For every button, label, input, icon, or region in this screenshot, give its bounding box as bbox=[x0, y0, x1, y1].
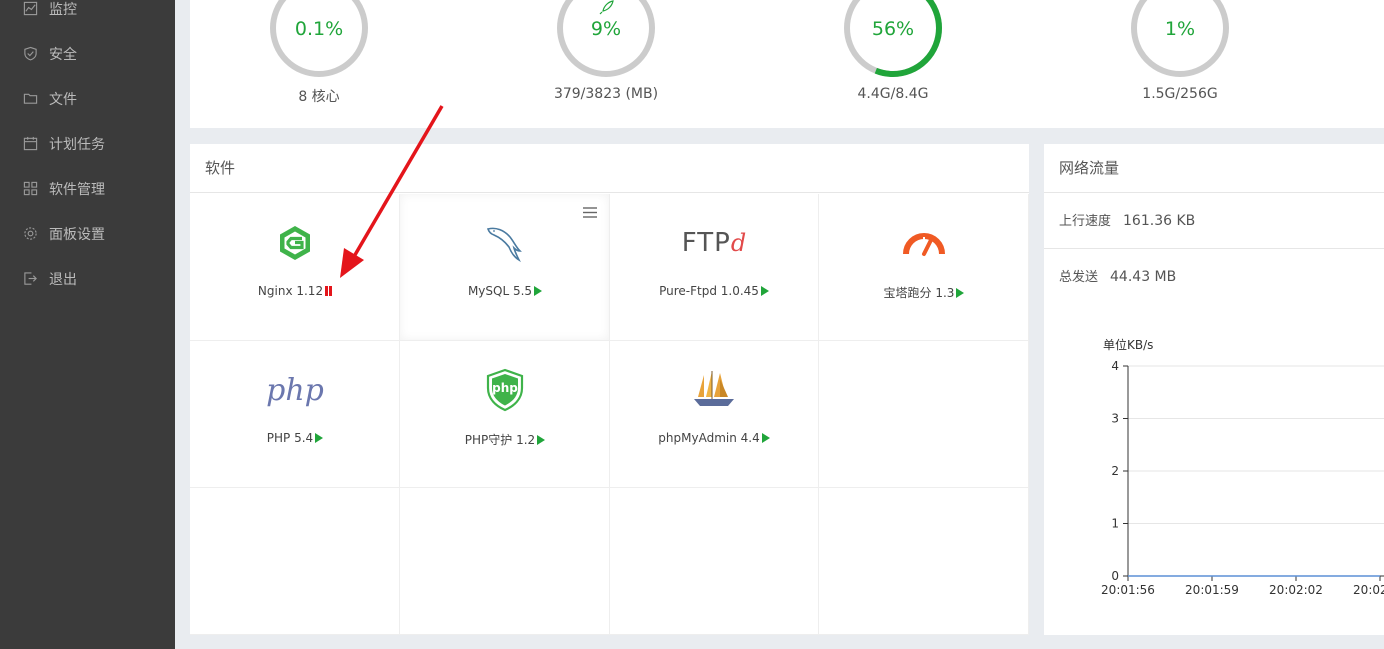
software-slot-empty bbox=[819, 341, 1029, 488]
php-logo-text: php bbox=[266, 372, 324, 408]
sidebar-item-label: 文件 bbox=[49, 91, 77, 108]
software-slot-empty bbox=[819, 488, 1029, 635]
y-tick-label: 2 bbox=[1111, 464, 1119, 478]
software-name: PHP守护 1.2 bbox=[464, 433, 536, 447]
software-grid: Nginx 1.12 MySQL 5.5 FTP d Pure-Ftpd 1.0.… bbox=[190, 194, 1029, 635]
total-sent-value: 44.43 MB bbox=[1110, 269, 1177, 285]
shield-icon bbox=[22, 46, 38, 62]
sidebar-item-files[interactable]: 文件 bbox=[0, 76, 175, 121]
cpu-percent: 9% bbox=[590, 18, 622, 40]
software-slot-empty bbox=[190, 488, 400, 635]
software-name: MySQL 5.5 bbox=[467, 284, 533, 298]
total-sent-row: 总发送 44.43 MB bbox=[1044, 249, 1384, 305]
software-name: Nginx 1.12 bbox=[257, 284, 324, 298]
monitor-icon bbox=[22, 1, 38, 17]
x-tick-label: 20:01:59 bbox=[1185, 583, 1239, 597]
software-item-phpmyadmin[interactable]: phpMyAdmin 4.4 bbox=[609, 341, 819, 488]
software-slot-empty bbox=[609, 488, 819, 635]
disk-stat[interactable]: 1% 1.5G/256G bbox=[1080, 0, 1280, 128]
play-icon[interactable] bbox=[537, 435, 546, 445]
y-axis-label: 单位KB/s bbox=[1103, 337, 1153, 352]
play-icon[interactable] bbox=[315, 433, 324, 443]
software-panel-title: 软件 bbox=[190, 144, 1029, 193]
sidebar-item-label: 面板设置 bbox=[49, 226, 105, 243]
ftp-logo-suffix: d bbox=[730, 229, 747, 257]
logout-icon bbox=[22, 271, 38, 287]
rocket-icon bbox=[599, 0, 614, 15]
ftp-icon: FTP d bbox=[674, 219, 754, 267]
sidebar-item-label: 计划任务 bbox=[49, 136, 105, 153]
y-tick-label: 4 bbox=[1111, 359, 1119, 373]
php-icon: php bbox=[255, 366, 335, 414]
software-name: Pure-Ftpd 1.0.45 bbox=[659, 284, 759, 298]
software-item-benchmark[interactable]: 宝塔跑分 1.3 bbox=[819, 194, 1029, 341]
play-icon[interactable] bbox=[761, 433, 770, 443]
upload-speed-row: 上行速度 161.36 KB bbox=[1044, 193, 1384, 249]
nginx-icon bbox=[255, 219, 335, 267]
upload-speed-value: 161.36 KB bbox=[1123, 213, 1196, 229]
sidebar-item-cron[interactable]: 计划任务 bbox=[0, 121, 175, 166]
mysql-dolphin-icon bbox=[465, 219, 545, 267]
php-shield-icon: php bbox=[465, 366, 545, 414]
software-item-php[interactable]: php PHP 5.4 bbox=[190, 341, 400, 488]
load-percent: 0.1% bbox=[294, 18, 344, 40]
system-stats-panel: 0.1% 8 核心 9% 379/3823 (MB) 56% 4.4G/8.4G… bbox=[190, 0, 1384, 128]
network-chart: 单位KB/s 0 1 2 3 4 20:01:56 20:01:59 20:02:02 20:02… bbox=[1101, 337, 1384, 597]
gear-icon bbox=[22, 226, 38, 242]
play-icon[interactable] bbox=[956, 288, 965, 298]
software-item-nginx[interactable]: Nginx 1.12 bbox=[190, 194, 400, 341]
memory-stat[interactable]: 56% 4.4G/8.4G bbox=[793, 0, 993, 128]
load-stat[interactable]: 0.1% 8 核心 bbox=[219, 0, 419, 128]
folder-icon bbox=[22, 91, 38, 107]
memory-detail: 4.4G/8.4G bbox=[857, 86, 929, 102]
memory-percent: 56% bbox=[871, 18, 915, 40]
sidebar-item-label: 安全 bbox=[49, 46, 77, 63]
sidebar-item-monitor[interactable]: 监控 bbox=[0, 0, 175, 31]
x-tick-label: 20:02:05 bbox=[1353, 583, 1384, 597]
network-panel: 网络流量 上行速度 161.36 KB 总发送 44.43 MB 单位KB/s 0 1 2… bbox=[1044, 144, 1384, 635]
ftp-logo-text: FTP bbox=[681, 228, 731, 258]
x-tick-label: 20:02:02 bbox=[1269, 583, 1323, 597]
sidebar: 监控 安全 文件 计划任务 软件管理 面板设置 退出 bbox=[0, 0, 175, 649]
sidebar-item-label: 软件管理 bbox=[49, 181, 105, 198]
play-icon[interactable] bbox=[760, 286, 769, 296]
menu-icon[interactable] bbox=[583, 207, 597, 218]
disk-percent: 1% bbox=[1164, 18, 1196, 40]
software-panel: 软件 Nginx 1.12 MySQL 5.5 FTP d Pure-Ftpd 1… bbox=[190, 144, 1029, 635]
cpu-stat[interactable]: 9% 379/3823 (MB) bbox=[506, 0, 706, 128]
grid-icon bbox=[22, 181, 38, 197]
sailboat-icon bbox=[674, 366, 754, 414]
calendar-icon bbox=[22, 136, 38, 152]
software-item-pure-ftpd[interactable]: FTP d Pure-Ftpd 1.0.45 bbox=[609, 194, 819, 341]
sidebar-item-software[interactable]: 软件管理 bbox=[0, 166, 175, 211]
y-tick-label: 3 bbox=[1111, 412, 1119, 426]
y-tick-label: 1 bbox=[1111, 517, 1119, 531]
php-shield-text: php bbox=[492, 381, 518, 395]
disk-detail: 1.5G/256G bbox=[1142, 86, 1218, 102]
software-name: 宝塔跑分 1.3 bbox=[883, 286, 955, 300]
software-item-mysql[interactable]: MySQL 5.5 bbox=[400, 194, 610, 341]
software-item-php-guard[interactable]: php PHP守护 1.2 bbox=[400, 341, 610, 488]
play-icon[interactable] bbox=[534, 286, 543, 296]
stop-icon[interactable] bbox=[325, 286, 333, 296]
total-sent-label: 总发送 bbox=[1059, 270, 1099, 285]
sidebar-item-settings[interactable]: 面板设置 bbox=[0, 211, 175, 256]
software-name: PHP 5.4 bbox=[266, 431, 314, 445]
sidebar-item-logout[interactable]: 退出 bbox=[0, 256, 175, 301]
x-tick-label: 20:01:56 bbox=[1101, 583, 1155, 597]
sidebar-item-label: 监控 bbox=[49, 1, 77, 18]
load-detail: 8 核心 bbox=[298, 89, 340, 105]
upload-speed-label: 上行速度 bbox=[1059, 214, 1112, 229]
cpu-detail: 379/3823 (MB) bbox=[553, 86, 659, 102]
network-panel-title: 网络流量 bbox=[1044, 144, 1384, 193]
sidebar-item-security[interactable]: 安全 bbox=[0, 31, 175, 76]
y-tick-label: 0 bbox=[1111, 569, 1119, 583]
software-slot-empty bbox=[400, 488, 610, 635]
sidebar-item-label: 退出 bbox=[49, 271, 77, 288]
software-name: phpMyAdmin 4.4 bbox=[658, 431, 760, 445]
speedometer-icon bbox=[884, 219, 964, 267]
